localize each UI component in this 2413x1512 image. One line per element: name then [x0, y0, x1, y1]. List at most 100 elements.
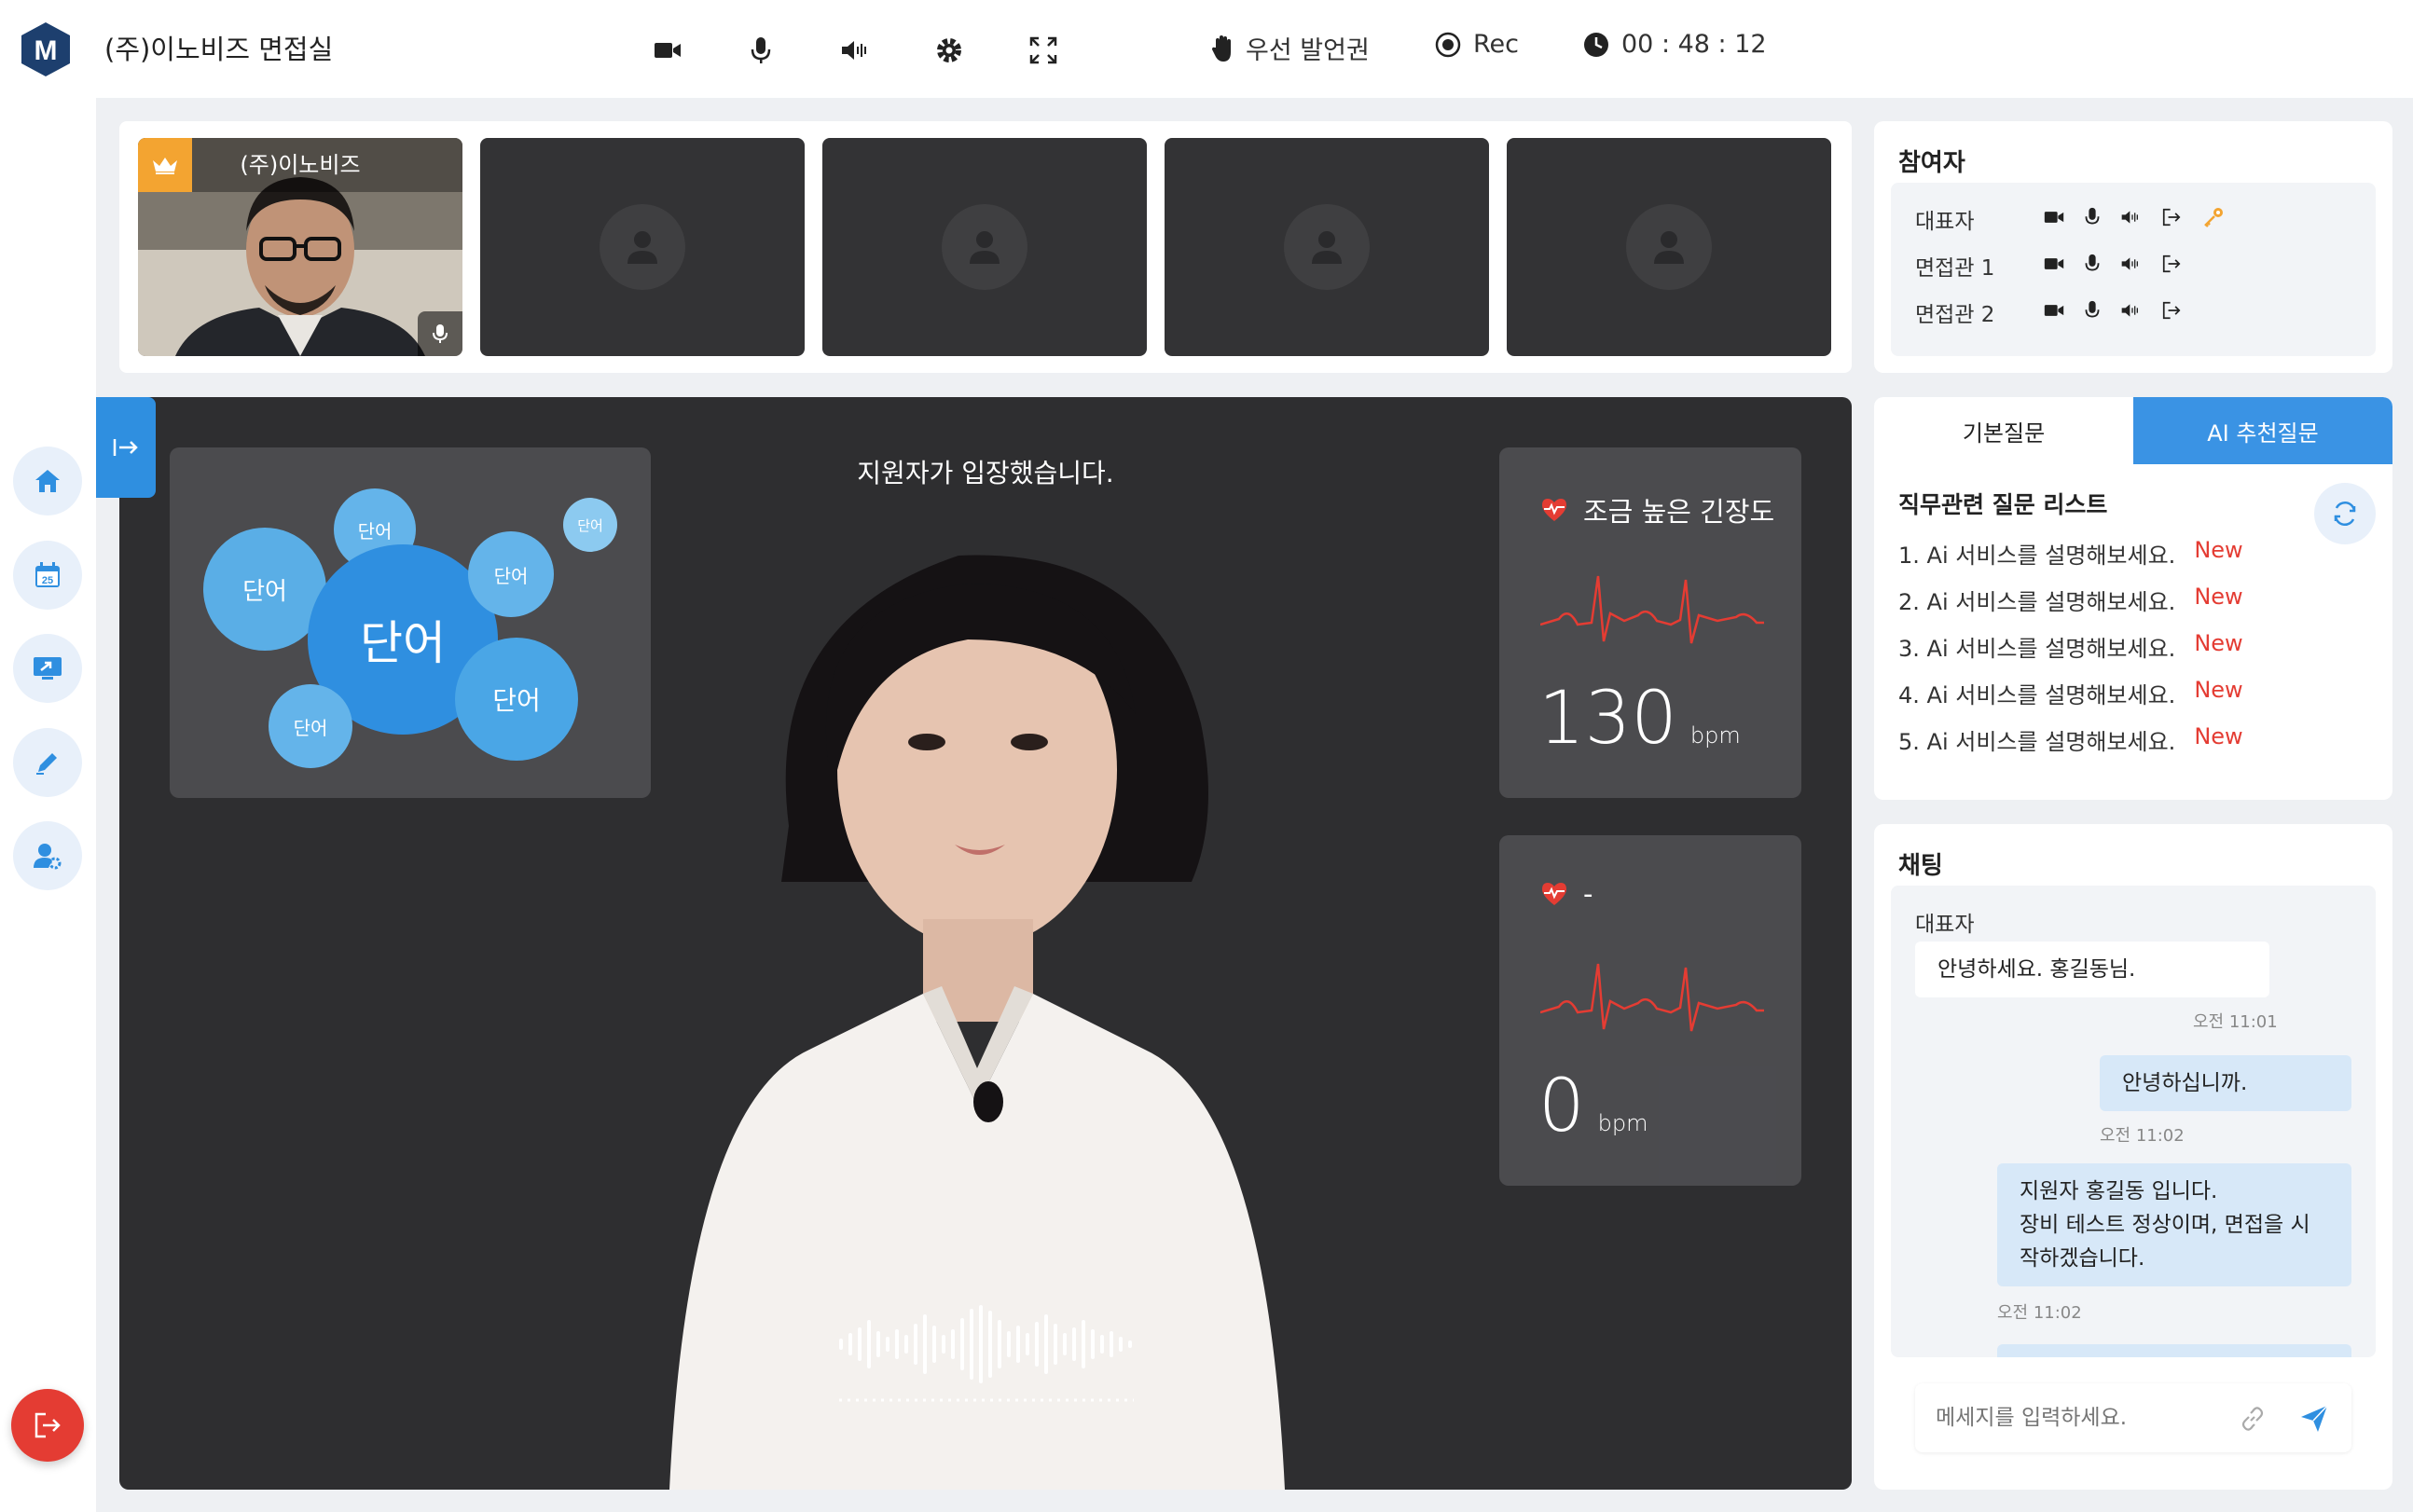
word-bubble: 단어	[455, 638, 578, 761]
question-text: 2. Ai 서비스를 설명해보세요.	[1898, 589, 2176, 615]
record-icon	[1435, 32, 1461, 57]
question-item[interactable]: 1. Ai 서비스를 설명해보세요. New	[1898, 537, 2243, 570]
priority-speak-button[interactable]: 우선 발언권	[1212, 30, 1370, 66]
bpm-value: 130	[1538, 677, 1677, 761]
avatar-placeholder-icon	[942, 204, 1027, 290]
crown-icon	[138, 138, 192, 192]
empty-video-tile[interactable]	[1165, 138, 1489, 356]
word-bubble: 단어	[269, 684, 352, 768]
question-item[interactable]: 4. Ai 서비스를 설명해보세요. New	[1898, 677, 2243, 709]
kick-out-icon[interactable]	[2161, 300, 2182, 321]
elapsed-timer: 00 : 48 : 12	[1582, 30, 1767, 59]
main-video-stage: 지원자가 입장했습니다. 단어 단어 단어 단어 단어 단어 단어 조금 높은 …	[119, 397, 1852, 1490]
svg-text:M: M	[34, 35, 58, 66]
new-badge: New	[2194, 677, 2243, 703]
nav-user-settings[interactable]	[13, 821, 82, 890]
calendar-icon: 25	[35, 562, 60, 587]
participants-list: 대표자 면접관 1 면접관 2	[1891, 183, 2376, 356]
microphone-icon[interactable]	[2085, 300, 2100, 321]
ecg-line	[1540, 575, 1764, 644]
empty-video-tile[interactable]	[480, 138, 805, 356]
chat-input-box[interactable]	[1915, 1383, 2351, 1452]
new-badge: New	[2194, 584, 2243, 610]
question-text: 5. Ai 서비스를 설명해보세요.	[1898, 729, 2176, 755]
host-video-tile[interactable]: (주)이노비즈	[138, 138, 462, 356]
participant-row: 대표자	[1915, 203, 2223, 235]
chat-timestamp: 오전 11:02	[1997, 1303, 2082, 1323]
bpm-value: 0	[1538, 1065, 1585, 1148]
kick-out-icon[interactable]	[2161, 254, 2182, 274]
key-icon[interactable]	[2202, 206, 2225, 228]
participant-thumbnails: (주)이노비즈	[119, 121, 1852, 373]
nav-edit[interactable]	[13, 728, 82, 797]
sidebar-toggle-button[interactable]	[96, 397, 156, 498]
top-bar: M (주)이노비즈 면접실 우선 발언권 Rec 00 : 48 : 12	[0, 0, 2413, 98]
microphone-icon[interactable]	[742, 32, 779, 69]
video-camera-icon[interactable]	[649, 32, 686, 69]
host-microphone-icon[interactable]	[418, 311, 462, 356]
question-text: 4. Ai 서비스를 설명해보세요.	[1898, 682, 2176, 708]
participant-name: 면접관 2	[1915, 303, 1995, 327]
speaker-icon[interactable]	[2120, 256, 2141, 271]
record-button[interactable]: Rec	[1434, 30, 1519, 59]
settings-gear-icon[interactable]	[931, 32, 968, 69]
ecg-line	[1540, 963, 1764, 1032]
app-logo[interactable]: M	[19, 21, 73, 78]
left-navigation: 25	[0, 98, 96, 1512]
speaker-icon[interactable]	[2120, 210, 2141, 225]
word-cloud-panel: 단어 단어 단어 단어 단어 단어 단어	[170, 447, 651, 798]
participants-panel: 참여자 대표자 면접관 1 면접관 2	[1874, 121, 2392, 373]
empty-video-tile[interactable]	[1507, 138, 1831, 356]
vital-label: -	[1583, 878, 1593, 910]
svg-text:25: 25	[42, 575, 53, 586]
nav-calendar[interactable]: 25	[13, 541, 82, 610]
chat-timestamp: 오전 11:02	[2100, 1126, 2185, 1146]
speaker-icon[interactable]	[2120, 303, 2141, 318]
question-item[interactable]: 2. Ai 서비스를 설명해보세요. New	[1898, 584, 2243, 616]
nav-screen-share[interactable]	[13, 634, 82, 703]
arrow-right-bar-icon	[113, 439, 138, 456]
attachment-link-icon[interactable]	[2240, 1406, 2266, 1432]
question-item[interactable]: 3. Ai 서비스를 설명해보세요. New	[1898, 630, 2243, 663]
chat-timestamp: 오전 11:01	[2193, 1012, 2278, 1032]
participant-row: 면접관 2	[1915, 296, 2181, 328]
new-badge: New	[2194, 630, 2243, 656]
exit-button[interactable]	[11, 1389, 84, 1462]
bpm-unit: bpm	[1597, 1110, 1648, 1136]
video-camera-icon[interactable]	[2044, 303, 2064, 318]
question-item[interactable]: 5. Ai 서비스를 설명해보세요. New	[1898, 723, 2243, 756]
speaker-icon[interactable]	[836, 32, 874, 69]
video-camera-icon[interactable]	[2044, 210, 2064, 225]
word-bubble: 단어	[563, 498, 617, 552]
vital-label-row: 조금 높은 긴장도	[1540, 490, 1774, 529]
send-icon[interactable]	[2299, 1404, 2329, 1434]
tab-basic-questions[interactable]: 기본질문	[1874, 397, 2133, 464]
room-title: (주)이노비즈 면접실	[104, 34, 334, 65]
bpm-readout: 130 bpm	[1538, 677, 1741, 761]
microphone-icon[interactable]	[2085, 254, 2100, 274]
tab-ai-questions[interactable]: AI 추천질문	[2133, 397, 2392, 464]
bpm-readout: 0 bpm	[1538, 1065, 1648, 1148]
word-bubble: 단어	[468, 531, 554, 617]
video-camera-icon[interactable]	[2044, 256, 2064, 271]
kick-out-icon[interactable]	[2161, 207, 2182, 227]
edit-pencil-icon	[36, 753, 57, 775]
nav-home[interactable]	[13, 447, 82, 515]
tension-vital-card: 조금 높은 긴장도 130 bpm	[1499, 447, 1801, 798]
chat-message-list[interactable]: 대표자 안녕하세요. 홍길동님. 오전 11:01 안녕하십니까. 오전 11:…	[1891, 886, 2376, 1357]
chat-message-input[interactable]	[1936, 1400, 2234, 1436]
microphone-icon[interactable]	[2085, 207, 2100, 227]
avatar-placeholder-icon	[1626, 204, 1712, 290]
participant-row: 면접관 1	[1915, 250, 2181, 282]
record-label: Rec	[1473, 30, 1520, 59]
heartbeat-icon	[1542, 883, 1566, 905]
refresh-icon	[2334, 502, 2356, 526]
priority-speak-label: 우선 발언권	[1246, 36, 1370, 65]
new-badge: New	[2194, 723, 2243, 749]
chat-title: 채팅	[1898, 852, 1943, 880]
fullscreen-icon[interactable]	[1025, 32, 1062, 69]
clock-icon	[1584, 32, 1608, 57]
refresh-button[interactable]	[2314, 483, 2376, 544]
empty-video-tile[interactable]	[822, 138, 1147, 356]
avatar-placeholder-icon	[1284, 204, 1370, 290]
